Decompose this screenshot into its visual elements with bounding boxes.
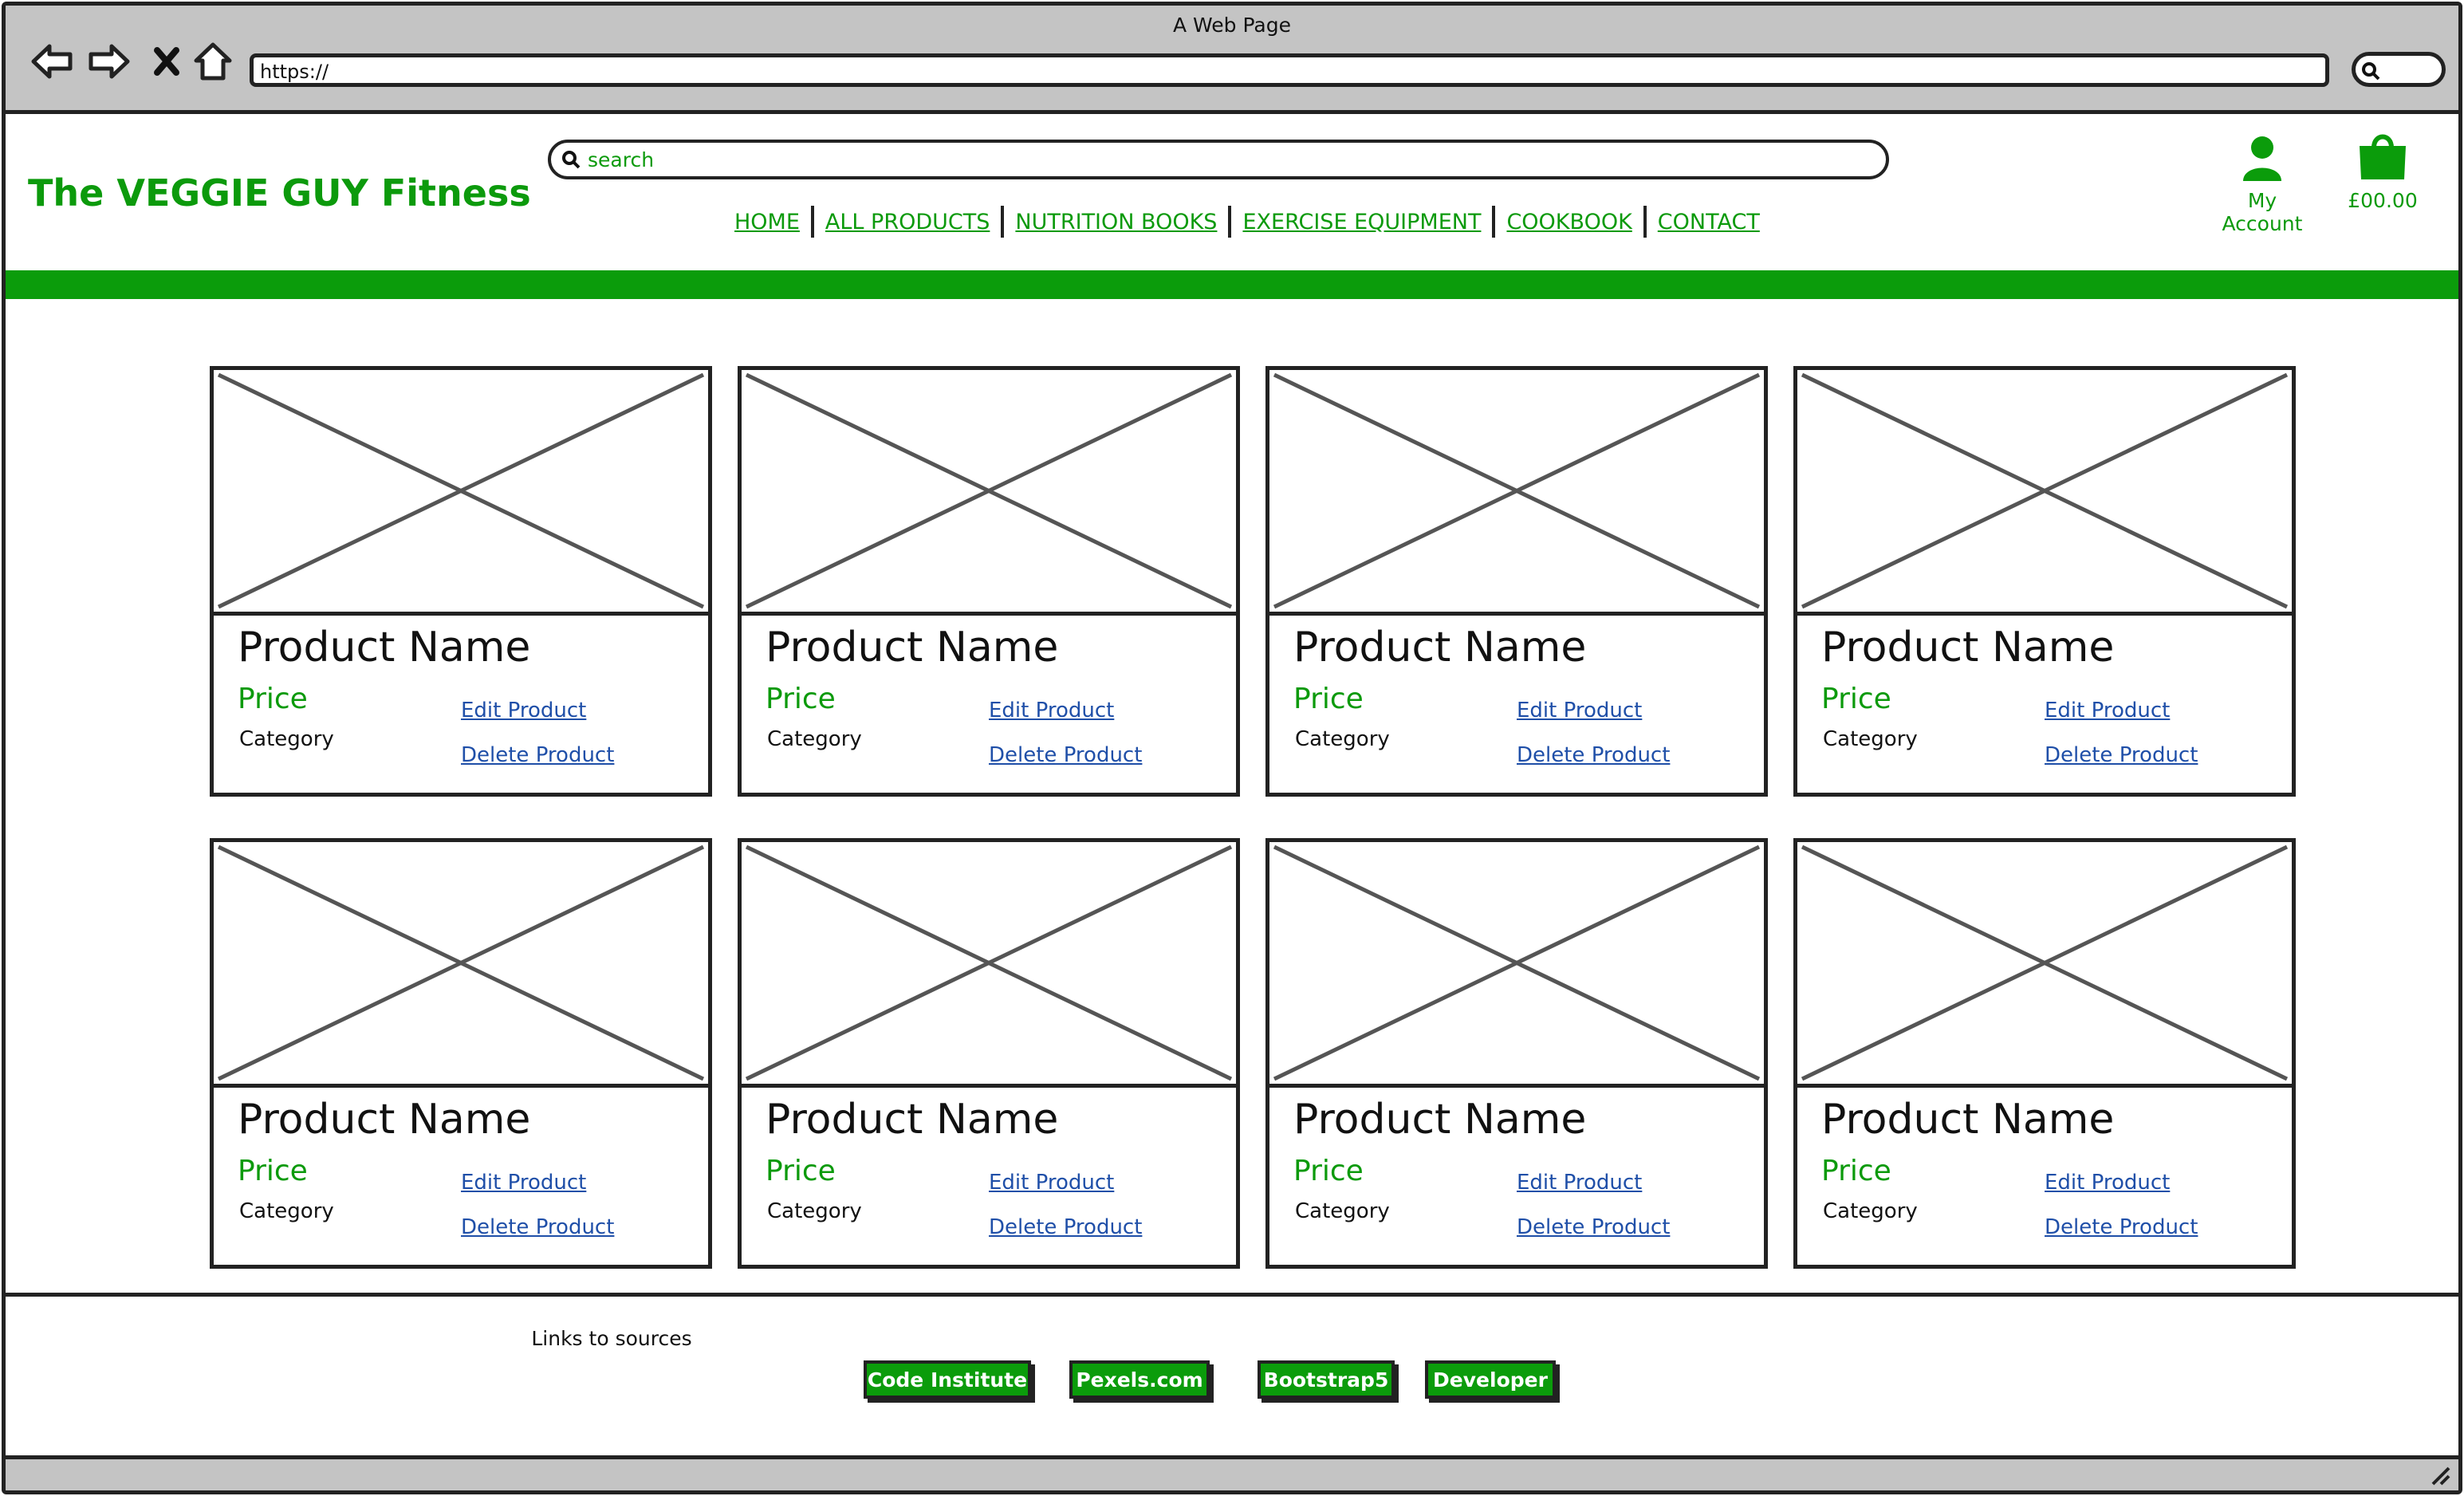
edit-product-link[interactable]: Edit Product <box>989 1171 1114 1195</box>
search-placeholder: search <box>588 148 655 171</box>
delete-product-link[interactable]: Delete Product <box>989 743 1142 767</box>
header-accent-bar <box>6 270 2458 299</box>
nav-link-contact[interactable]: CONTACT <box>1647 210 1771 234</box>
product-name[interactable]: Product Name <box>238 1096 530 1144</box>
product-price: Price <box>238 1155 308 1187</box>
product-category: Category <box>767 727 862 751</box>
product-category: Category <box>1823 727 1918 751</box>
delete-product-link[interactable]: Delete Product <box>461 1215 614 1239</box>
site-footer: Links to sources Code Institute Pexels.c… <box>6 1293 2458 1463</box>
product-name[interactable]: Product Name <box>766 624 1058 671</box>
search-input[interactable]: search <box>548 140 1889 179</box>
footer-link-developer[interactable]: Developer <box>1425 1360 1556 1399</box>
product-card[interactable]: Product Name Price Category Edit Product Del… <box>210 366 712 797</box>
footer-title: Links to sources <box>531 1327 692 1350</box>
product-image-placeholder[interactable] <box>742 842 1236 1088</box>
product-image-placeholder[interactable] <box>742 370 1236 616</box>
cart-total: £00.00 <box>2348 189 2418 212</box>
product-price: Price <box>1293 1155 1364 1187</box>
product-image-placeholder[interactable] <box>214 842 708 1088</box>
product-name[interactable]: Product Name <box>1293 624 1586 671</box>
delete-product-link[interactable]: Delete Product <box>989 1215 1142 1239</box>
shopping-bag-icon <box>2360 134 2406 179</box>
browser-status-bar <box>6 1455 2458 1490</box>
product-category: Category <box>1295 727 1390 751</box>
product-category: Category <box>239 1199 334 1223</box>
search-icon <box>562 151 581 169</box>
resize-handle-icon[interactable] <box>2428 1463 2452 1487</box>
product-category: Category <box>767 1199 862 1223</box>
back-arrow-icon[interactable] <box>28 37 76 85</box>
delete-product-link[interactable]: Delete Product <box>1517 743 1670 767</box>
edit-product-link[interactable]: Edit Product <box>1517 699 1642 722</box>
product-image-placeholder[interactable] <box>1797 370 2292 616</box>
product-image-placeholder[interactable] <box>1269 842 1764 1088</box>
close-icon[interactable] <box>143 37 191 85</box>
edit-product-link[interactable]: Edit Product <box>461 1171 586 1195</box>
footer-link-pexels[interactable]: Pexels.com <box>1069 1360 1210 1399</box>
browser-chrome: A Web Page https:// <box>6 6 2458 114</box>
product-price: Price <box>1821 1155 1891 1187</box>
nav-link-home[interactable]: HOME <box>723 210 811 234</box>
product-price: Price <box>766 683 836 715</box>
product-card[interactable]: Product Name Price Category Edit Product Del… <box>1265 838 1768 1269</box>
product-card[interactable]: Product Name Price Category Edit Product Del… <box>738 366 1240 797</box>
product-card[interactable]: Product Name Price Category Edit Product Del… <box>1793 838 2296 1269</box>
nav-link-all-products[interactable]: ALL PRODUCTS <box>814 210 1001 234</box>
product-card[interactable]: Product Name Price Category Edit Product Del… <box>738 838 1240 1269</box>
delete-product-link[interactable]: Delete Product <box>461 743 614 767</box>
product-category: Category <box>239 727 334 751</box>
delete-product-link[interactable]: Delete Product <box>1517 1215 1670 1239</box>
search-icon <box>2362 62 2380 81</box>
product-name[interactable]: Product Name <box>238 624 530 671</box>
user-icon <box>2243 136 2281 181</box>
edit-product-link[interactable]: Edit Product <box>2045 1171 2170 1195</box>
product-price: Price <box>1821 683 1891 715</box>
product-price: Price <box>238 683 308 715</box>
product-price: Price <box>766 1155 836 1187</box>
edit-product-link[interactable]: Edit Product <box>2045 699 2170 722</box>
product-name[interactable]: Product Name <box>1821 1096 2114 1144</box>
product-image-placeholder[interactable] <box>1797 842 2292 1088</box>
window-title: A Web Page <box>1172 14 1292 37</box>
product-image-placeholder[interactable] <box>1269 370 1764 616</box>
product-price: Price <box>1293 683 1364 715</box>
delete-product-link[interactable]: Delete Product <box>2045 1215 2198 1239</box>
product-image-placeholder[interactable] <box>214 370 708 616</box>
delete-product-link[interactable]: Delete Product <box>2045 743 2198 767</box>
product-name[interactable]: Product Name <box>1293 1096 1586 1144</box>
product-name[interactable]: Product Name <box>1821 624 2114 671</box>
nav-link-cookbook[interactable]: COOKBOOK <box>1495 210 1643 234</box>
my-account-link[interactable]: My Account <box>2206 135 2318 235</box>
my-account-label: My Account <box>2222 189 2303 235</box>
footer-link-bootstrap[interactable]: Bootstrap5 <box>1258 1360 1395 1399</box>
site-header: The VEGGIE GUY Fitness search HOME ALL P… <box>6 114 2458 274</box>
forward-arrow-icon[interactable] <box>85 37 133 85</box>
url-bar[interactable]: https:// <box>250 53 2329 87</box>
product-category: Category <box>1295 1199 1390 1223</box>
home-icon[interactable] <box>189 37 237 85</box>
product-name[interactable]: Product Name <box>766 1096 1058 1144</box>
browser-search-box[interactable] <box>2352 52 2446 87</box>
edit-product-link[interactable]: Edit Product <box>461 699 586 722</box>
nav-link-nutrition-books[interactable]: NUTRITION BOOKS <box>1004 210 1228 234</box>
edit-product-link[interactable]: Edit Product <box>989 699 1114 722</box>
site-brand[interactable]: The VEGGIE GUY Fitness <box>28 171 531 215</box>
product-category: Category <box>1823 1199 1918 1223</box>
browser-window: A Web Page https:// The VEGGIE GUY Fitne… <box>2 2 2462 1494</box>
footer-link-code-institute[interactable]: Code Institute <box>864 1360 1031 1399</box>
shopping-cart-link[interactable]: £00.00 <box>2339 130 2427 212</box>
main-nav: HOME ALL PRODUCTS NUTRITION BOOKS EXERCI… <box>723 203 1771 240</box>
edit-product-link[interactable]: Edit Product <box>1517 1171 1642 1195</box>
product-card[interactable]: Product Name Price Category Edit Product Del… <box>210 838 712 1269</box>
product-card[interactable]: Product Name Price Category Edit Product Del… <box>1265 366 1768 797</box>
nav-link-exercise-equipment[interactable]: EXERCISE EQUIPMENT <box>1231 210 1492 234</box>
product-card[interactable]: Product Name Price Category Edit Product Del… <box>1793 366 2296 797</box>
